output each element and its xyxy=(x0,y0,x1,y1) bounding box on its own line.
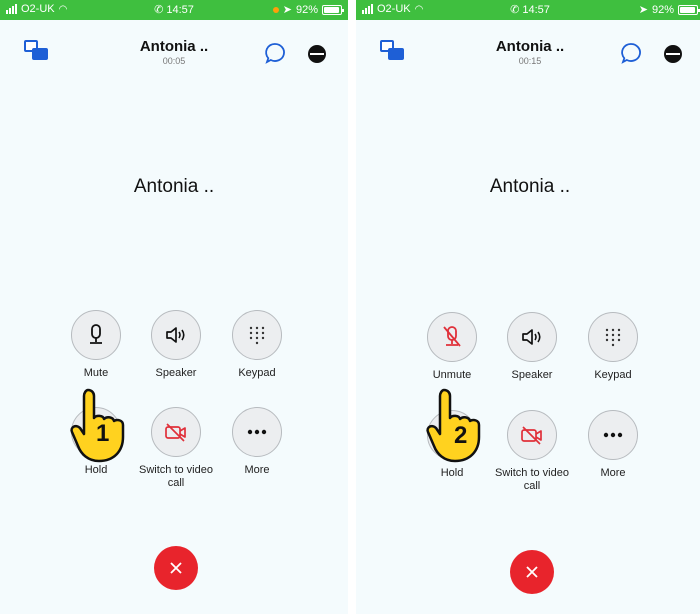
keypad-button[interactable]: Keypad xyxy=(217,310,297,380)
avatar-icon[interactable] xyxy=(308,45,326,63)
step-number: 2 xyxy=(454,422,468,449)
ellipsis-icon xyxy=(603,432,623,438)
speaker-button[interactable]: Speaker xyxy=(492,312,572,382)
end-call-button[interactable] xyxy=(510,550,554,594)
hold-label: Hold xyxy=(84,464,108,476)
location-arrow-icon: ➤ xyxy=(638,4,648,16)
switch-to-video-label: Switch to video call xyxy=(139,464,213,489)
call-timer: 00:15 xyxy=(518,56,542,66)
video-off-icon xyxy=(165,423,186,442)
keypad-label: Keypad xyxy=(594,369,632,381)
speaker-icon xyxy=(166,327,185,343)
header-contact-name: Antonia .. xyxy=(139,38,209,55)
keypad-icon xyxy=(605,328,621,347)
status-time: 14:57 xyxy=(166,4,194,16)
keypad-circle[interactable] xyxy=(232,310,282,360)
header-contact-name: Antonia .. xyxy=(495,38,565,55)
mute-label: Mute xyxy=(83,367,109,379)
more-circle[interactable] xyxy=(588,410,638,460)
speaker-button[interactable]: Speaker xyxy=(136,310,216,380)
close-icon xyxy=(170,562,182,574)
call-timer: 00:05 xyxy=(162,56,186,66)
chat-icon[interactable] xyxy=(264,42,286,64)
step-number: 1 xyxy=(96,420,110,447)
more-label: More xyxy=(244,464,270,476)
recording-dot-icon xyxy=(272,6,279,13)
chat-icon[interactable] xyxy=(620,42,642,64)
speaker-icon xyxy=(522,329,541,345)
unmute-circle[interactable] xyxy=(427,312,477,362)
speaker-circle[interactable] xyxy=(151,310,201,360)
end-call-button[interactable] xyxy=(154,546,198,590)
keypad-icon xyxy=(249,326,265,345)
more-button[interactable]: More xyxy=(573,410,653,480)
video-off-icon xyxy=(521,426,542,445)
call-screen-step-2: O2-UK ◠ ✆ 14:57 ➤ 92% Antonia .. 00:15 A… xyxy=(356,0,700,614)
more-circle[interactable] xyxy=(232,407,282,457)
close-icon xyxy=(526,566,538,578)
speaker-label: Speaker xyxy=(155,367,197,379)
keypad-circle[interactable] xyxy=(588,312,638,362)
location-arrow-icon: ➤ xyxy=(282,4,292,16)
contact-name: Antonia .. xyxy=(489,176,571,197)
status-bar: O2-UK ◠ ✆ 14:57 ➤ 92% xyxy=(356,0,700,20)
switch-to-video-circle[interactable] xyxy=(151,407,201,457)
phone-icon: ✆ xyxy=(154,4,164,16)
ellipsis-icon xyxy=(247,429,267,435)
status-time: 14:57 xyxy=(522,4,550,16)
speaker-label: Speaker xyxy=(511,369,553,381)
unmute-button[interactable]: Unmute xyxy=(412,312,492,382)
unmute-label: Unmute xyxy=(432,369,472,381)
switch-to-video-button[interactable]: Switch to video call xyxy=(136,407,216,490)
phone-icon: ✆ xyxy=(510,4,520,16)
call-header: Antonia .. 00:15 xyxy=(356,20,700,70)
avatar-icon[interactable] xyxy=(664,45,682,63)
battery-icon xyxy=(322,4,344,15)
call-screen-step-1: O2-UK ◠ ✆ 14:57 ➤ 92% Antonia .. 00:05 A… xyxy=(0,0,348,614)
keypad-label: Keypad xyxy=(238,367,276,379)
microphone-muted-icon xyxy=(443,326,461,347)
speaker-circle[interactable] xyxy=(507,312,557,362)
battery-percent: 92% xyxy=(651,3,674,16)
call-header: Antonia .. 00:05 xyxy=(0,20,348,70)
switch-to-video-label: Switch to video call xyxy=(495,467,569,492)
microphone-icon xyxy=(90,324,102,344)
keypad-button[interactable]: Keypad xyxy=(573,312,653,382)
battery-icon xyxy=(678,4,700,15)
mute-circle[interactable] xyxy=(71,310,121,360)
switch-to-video-button[interactable]: Switch to video call xyxy=(492,410,572,493)
battery-percent: 92% xyxy=(295,3,318,16)
switch-to-video-circle[interactable] xyxy=(507,410,557,460)
status-bar: O2-UK ◠ ✆ 14:57 ➤ 92% xyxy=(0,0,348,20)
mute-button[interactable]: Mute xyxy=(56,310,136,380)
hold-label: Hold xyxy=(440,467,464,479)
more-button[interactable]: More xyxy=(217,407,297,477)
contact-name: Antonia .. xyxy=(133,176,215,197)
more-label: More xyxy=(600,467,626,479)
